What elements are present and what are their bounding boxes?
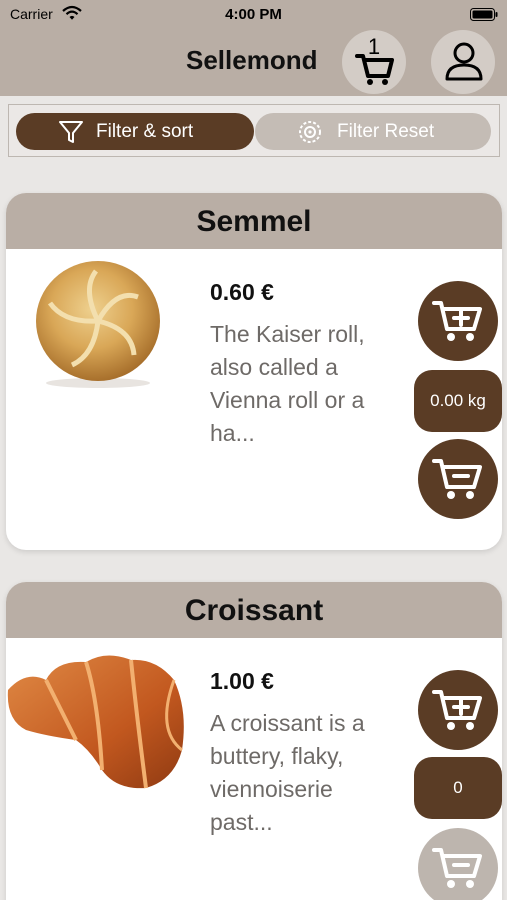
product-price: 0.60 € <box>210 279 274 305</box>
reset-icon <box>299 121 321 143</box>
product-card: Croissant 1.00 € A croissant is a butter… <box>6 582 502 900</box>
product-description: The Kaiser roll, also called a Vienna ro… <box>210 318 410 450</box>
app-header: Carrier 4:00 PM Sellemond 1 <box>0 0 507 96</box>
description-line: viennoiserie <box>210 776 333 802</box>
quantity-display: 0.00 kg <box>414 370 502 432</box>
cart-icon <box>355 54 394 85</box>
remove-from-cart-button[interactable] <box>418 439 498 519</box>
description-line: past... <box>210 809 273 835</box>
product-name: Semmel <box>6 193 502 249</box>
description-line: buttery, flaky, <box>210 743 344 769</box>
croissant-image[interactable] <box>6 640 191 790</box>
funnel-icon <box>59 121 83 143</box>
add-to-cart-button[interactable] <box>418 281 498 361</box>
description-line: Vienna roll or a <box>210 387 365 413</box>
cart-add-icon <box>432 301 482 341</box>
cart-remove-icon <box>432 848 482 888</box>
filter-reset-button[interactable]: Filter Reset <box>255 113 491 150</box>
app-title: Sellemond <box>186 45 318 75</box>
quantity-display: 0 <box>414 757 502 819</box>
filter-sort-label: Filter & sort <box>96 121 194 142</box>
remove-from-cart-button[interactable] <box>418 828 498 900</box>
description-line: ha... <box>210 420 255 446</box>
product-card: Semmel 0.60 € The Kaiser roll, also call… <box>6 193 502 550</box>
kaiser-roll-image[interactable] <box>28 259 168 389</box>
profile-button[interactable] <box>431 30 495 94</box>
clock: 4:00 PM <box>225 6 282 23</box>
product-description: A croissant is a buttery, flaky, viennoi… <box>210 707 410 839</box>
status-bar: Carrier 4:00 PM <box>0 0 507 28</box>
battery-icon <box>470 8 498 21</box>
cart-button[interactable]: 1 <box>342 30 406 94</box>
description-line: The Kaiser roll, <box>210 321 365 347</box>
add-to-cart-button[interactable] <box>418 670 498 750</box>
filter-bar: Filter & sort Filter Reset <box>8 104 500 157</box>
cart-add-icon <box>432 690 482 730</box>
description-line: A croissant is a <box>210 710 365 736</box>
product-name: Croissant <box>6 582 502 638</box>
user-icon <box>445 42 483 81</box>
cart-remove-icon <box>432 459 482 499</box>
filter-sort-button[interactable]: Filter & sort <box>16 113 254 150</box>
product-price: 1.00 € <box>210 668 274 694</box>
description-line: also called a <box>210 354 338 380</box>
filter-reset-label: Filter Reset <box>337 121 435 142</box>
